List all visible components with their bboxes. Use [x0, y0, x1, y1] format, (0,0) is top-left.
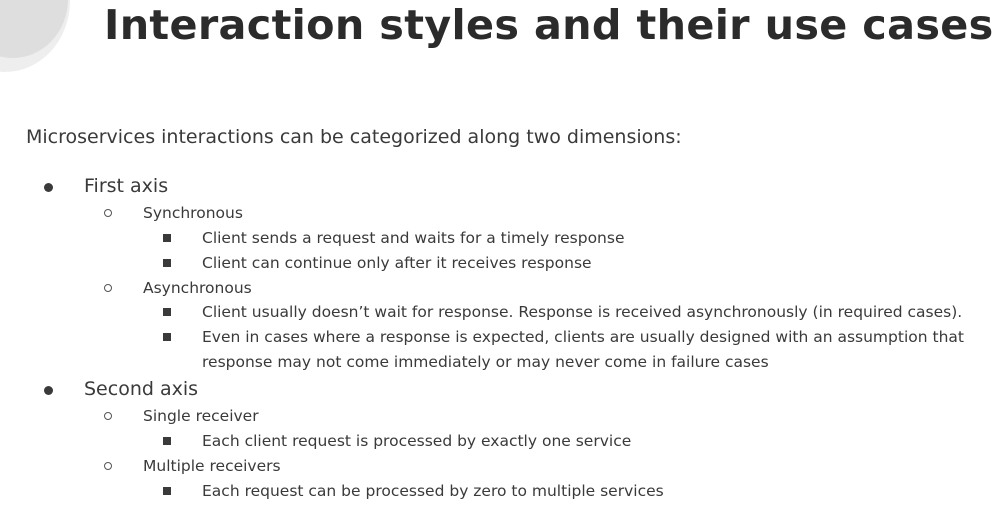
list-item: Each client request is processed by exac… [202, 432, 632, 450]
bullet-square-icon [163, 487, 171, 495]
style-label-single-receiver: Single receiver [143, 407, 259, 425]
bullet-square-icon [163, 437, 171, 445]
bullet-circle-icon [104, 462, 112, 470]
style-label-asynchronous: Asynchronous [143, 279, 252, 297]
bullet-square-icon [163, 259, 171, 267]
bullet-square-icon [163, 333, 171, 341]
style-label-multiple-receivers: Multiple receivers [143, 457, 281, 475]
axis-label-second: Second axis [84, 378, 199, 400]
bullet-dot-icon [44, 386, 53, 395]
style-label-synchronous: Synchronous [143, 204, 243, 222]
bullet-circle-icon [104, 284, 112, 292]
list-item-continuation: response may not come immediately or may… [202, 353, 769, 371]
list-item: Client sends a request and waits for a t… [202, 229, 625, 247]
list-item: Client usually doesn’t wait for response… [202, 303, 963, 321]
list-item: Each request can be processed by zero to… [202, 482, 664, 500]
intro-text: Microservices interactions can be catego… [26, 126, 682, 148]
slide-title: Interaction styles and their use cases [104, 1, 994, 49]
list-item: Client can continue only after it receiv… [202, 254, 592, 272]
bullet-circle-icon [104, 412, 112, 420]
corner-decoration [0, 0, 72, 74]
bullet-square-icon [163, 308, 171, 316]
axis-label-first: First axis [84, 175, 169, 197]
bullet-square-icon [163, 234, 171, 242]
corner-ring-inner [0, 0, 68, 58]
bullet-dot-icon [44, 183, 53, 192]
bullet-circle-icon [104, 209, 112, 217]
list-item: Even in cases where a response is expect… [202, 328, 964, 346]
